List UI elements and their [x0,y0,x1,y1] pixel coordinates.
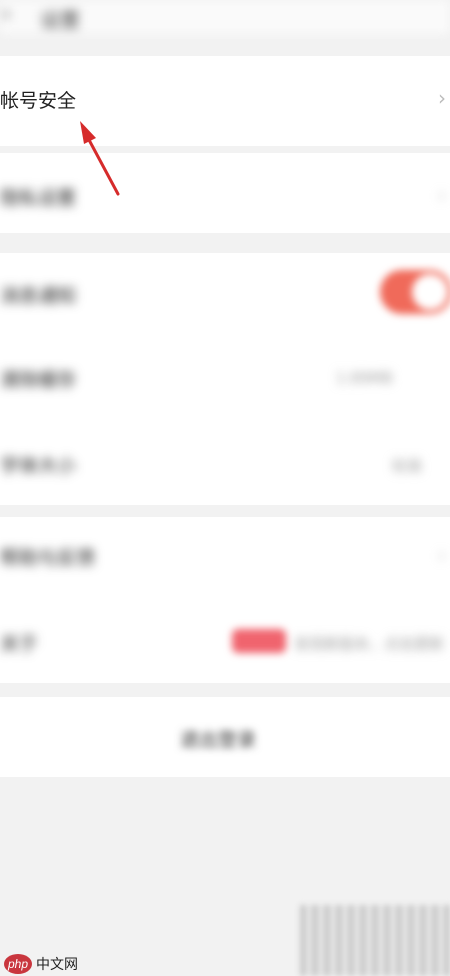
settings-page: ‹ 设置 帐号安全 › 隐私设置 › 消息通知 清除缓存 1.89MB 字体大小… [0,0,450,976]
annotation-arrow-icon [80,121,120,196]
